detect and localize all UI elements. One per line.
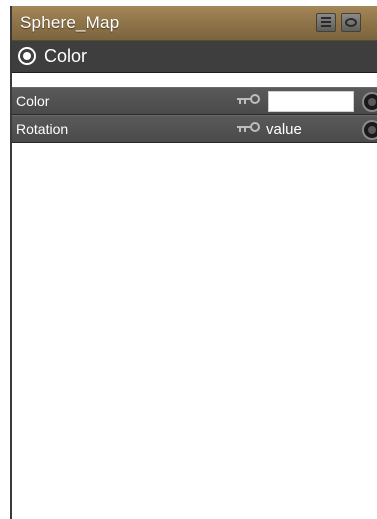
keyframe-icon[interactable] [233, 122, 263, 136]
panel-title-bar[interactable]: Sphere_Map [12, 6, 377, 41]
property-label: Color [16, 93, 50, 109]
collapse-circle-icon[interactable] [18, 47, 36, 65]
property-label: Rotation [16, 121, 69, 137]
color-section-header[interactable]: Color [12, 41, 377, 73]
rotation-value-field[interactable]: value [266, 121, 302, 138]
property-row-color: Color [12, 87, 377, 115]
sphere-map-panel: Sphere_Map Color Color Rotation value [10, 6, 377, 519]
property-row-rotation: Rotation value [12, 115, 377, 143]
panel-title: Sphere_Map [20, 13, 120, 32]
texture-map-icon[interactable] [362, 120, 377, 140]
eye-icon[interactable] [341, 13, 361, 32]
keyframe-icon[interactable] [233, 94, 263, 108]
color-swatch[interactable] [268, 91, 354, 112]
list-menu-icon[interactable] [316, 13, 336, 32]
section-title: Color [44, 46, 88, 66]
texture-map-icon[interactable] [362, 92, 377, 112]
